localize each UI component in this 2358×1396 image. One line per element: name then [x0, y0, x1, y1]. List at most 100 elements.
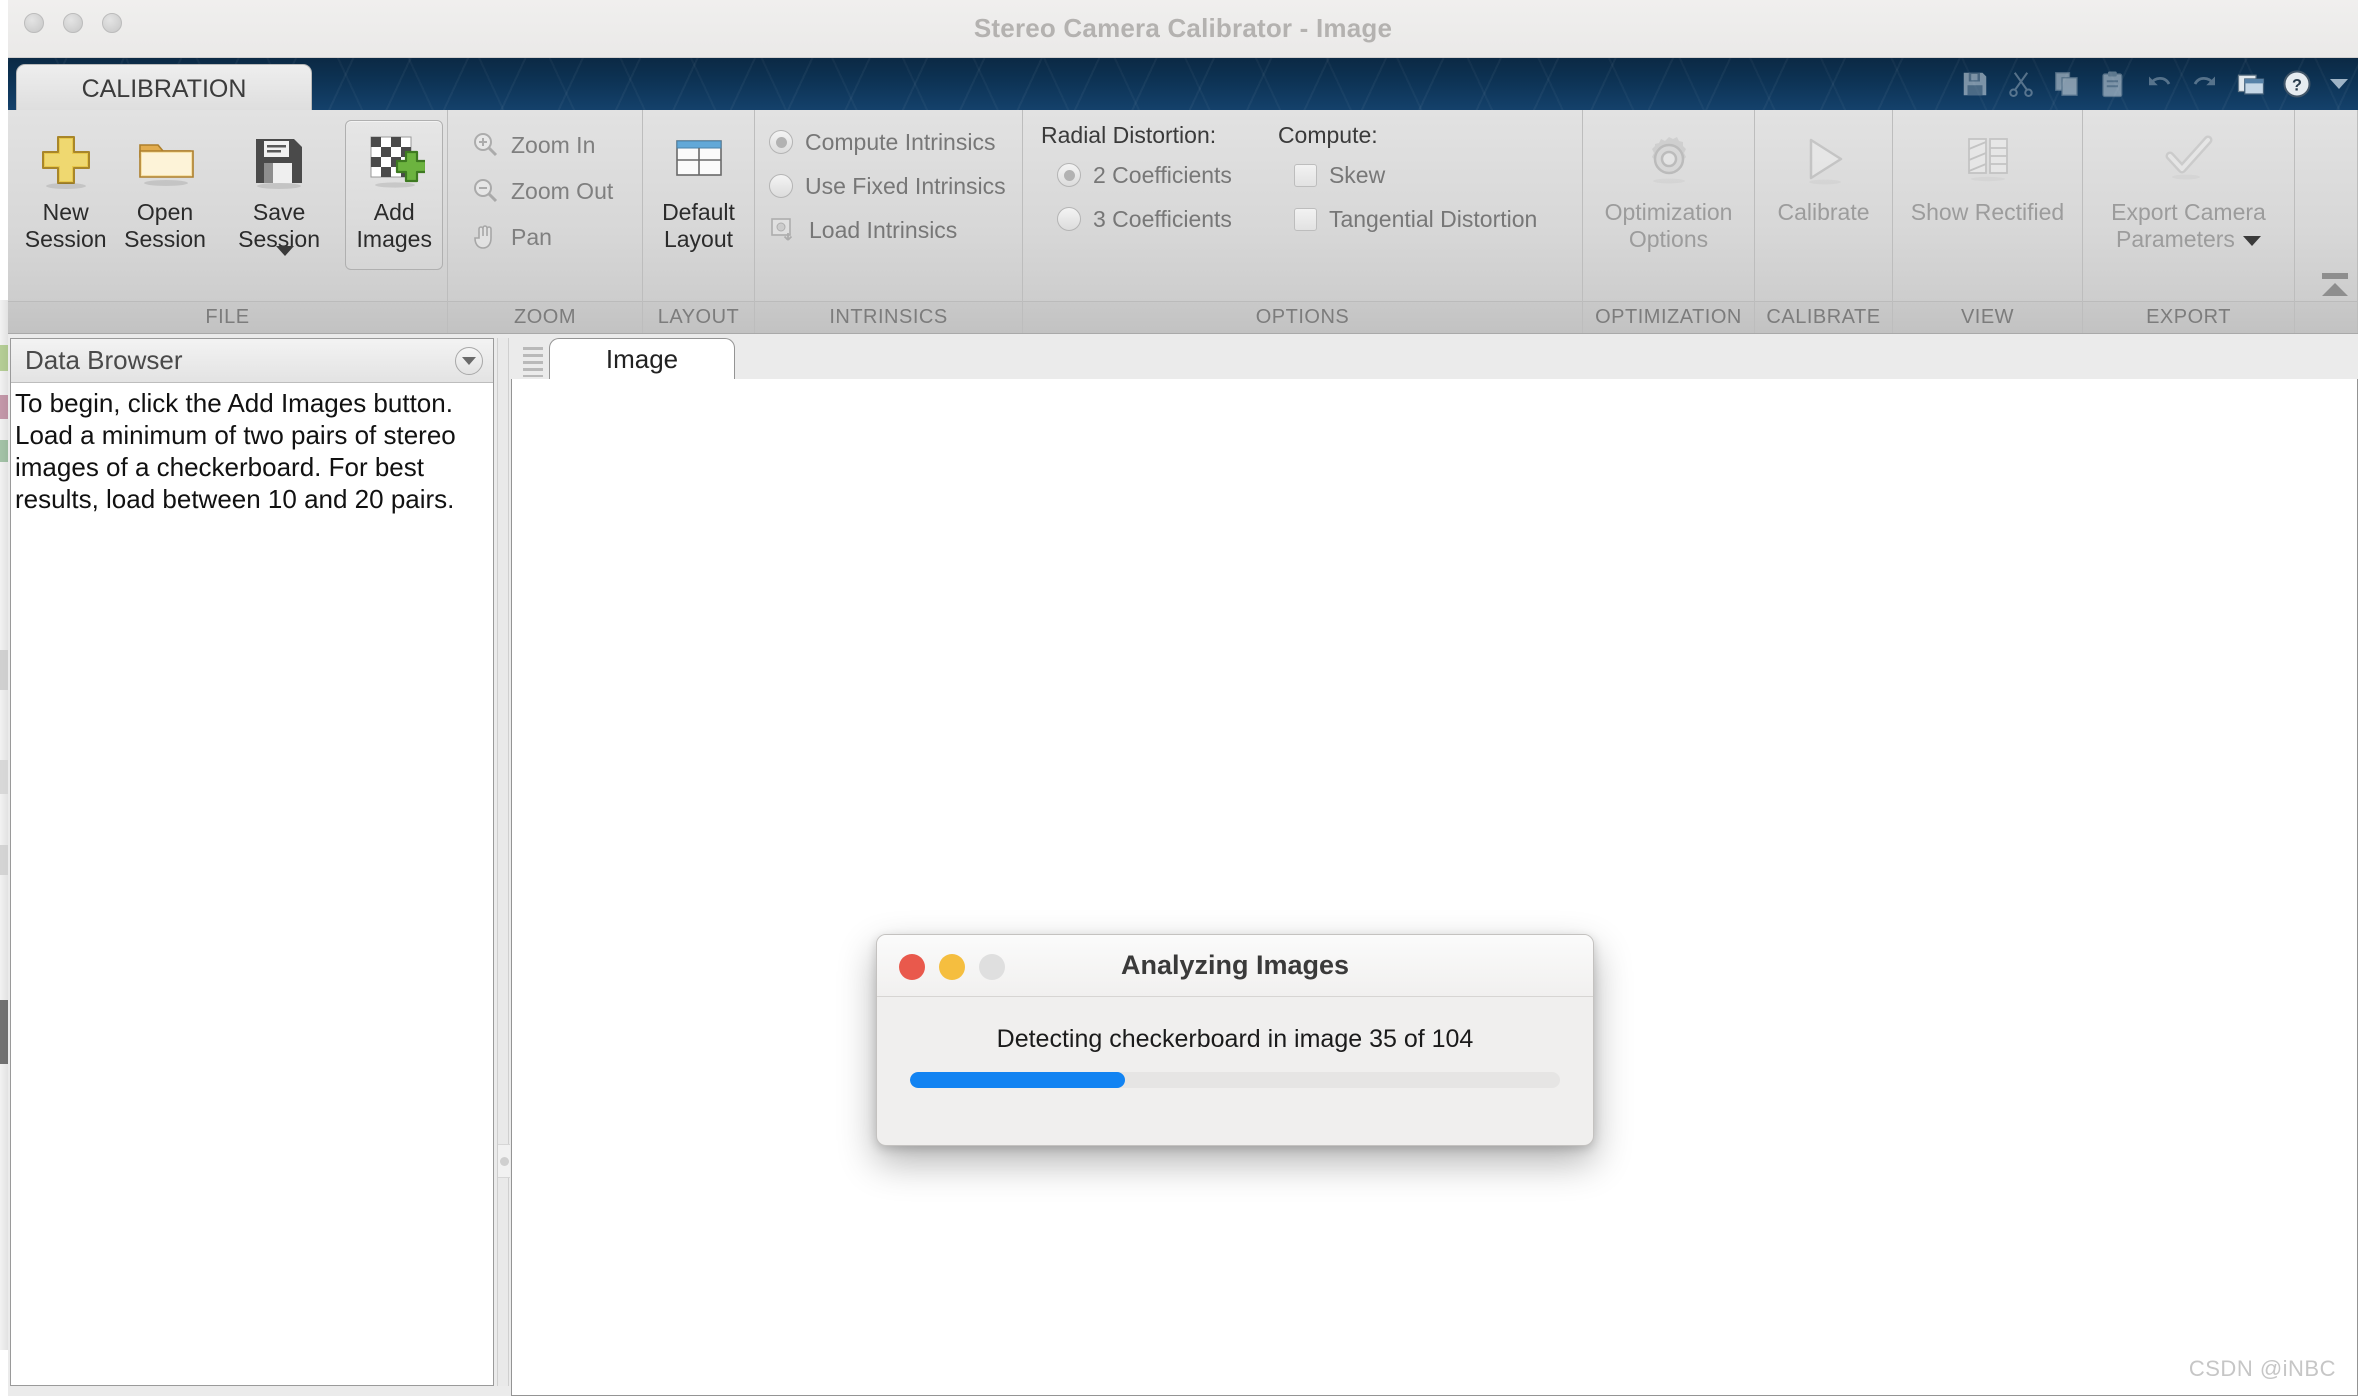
radial-distortion-section: Radial Distortion: 2 Coefficients 3 Coef… [1041, 122, 1232, 241]
radial-2-coefficients-row[interactable]: 2 Coefficients [1041, 153, 1232, 197]
document-tabbar: Image [511, 334, 2358, 380]
rectified-pair-icon [1959, 127, 2017, 193]
undo-icon[interactable] [2144, 69, 2174, 99]
new-session-button[interactable]: New Session [16, 120, 115, 270]
optimization-options-button[interactable]: Optimization Options [1587, 120, 1750, 270]
zoom-in-icon [469, 129, 501, 161]
use-fixed-intrinsics-radio-row[interactable]: Use Fixed Intrinsics [769, 164, 1006, 208]
panel-splitter-handle[interactable] [498, 1144, 510, 1178]
ribbon-collapse-arrow-icon [2322, 283, 2348, 296]
save-session-button[interactable]: Save Session [215, 120, 344, 281]
ribbon-group-options: Radial Distortion: 2 Coefficients 3 Coef… [1023, 110, 1583, 333]
zoom-in-label: Zoom In [511, 131, 596, 158]
ribbon-collapse-button[interactable] [2320, 273, 2350, 299]
window-titlebar: Stereo Camera Calibrator - Image [8, 0, 2358, 58]
tab-calibration[interactable]: CALIBRATION [16, 64, 312, 110]
watermark-text: CSDN @iNBC [2188, 1356, 2336, 1381]
paste-icon[interactable] [2098, 69, 2128, 99]
open-session-label: Open Session [124, 199, 206, 252]
tangential-distortion-label: Tangential Distortion [1328, 205, 1538, 232]
data-browser-title: Data Browser [25, 345, 183, 375]
tabbar-drag-grip[interactable] [523, 347, 543, 377]
new-session-label: New Session [24, 199, 107, 252]
checkmark-icon [2160, 127, 2218, 193]
help-icon[interactable]: ? [2282, 69, 2312, 99]
tabbar-filler [735, 338, 2358, 380]
chevron-down-glyph [462, 356, 476, 365]
data-browser-panel: Data Browser To begin, click the Add Ima… [10, 338, 494, 1386]
zoom-out-button[interactable]: Zoom Out [458, 168, 624, 214]
play-triangle-icon [1795, 127, 1853, 193]
ribbon-trailing-label [2295, 301, 2357, 333]
ribbon-group-label-optimization: OPTIMIZATION [1583, 301, 1754, 333]
ribbon-group-label-options: OPTIONS [1023, 301, 1582, 333]
show-rectified-label: Show Rectified [1910, 199, 2065, 225]
radial-3-coefficients-radio[interactable] [1057, 207, 1081, 231]
progress-bar-track [910, 1072, 1560, 1088]
data-browser-hint-text: To begin, click the Add Images button. L… [15, 388, 456, 514]
radial-2-coefficients-radio[interactable] [1057, 163, 1081, 187]
save-session-caret[interactable] [276, 245, 295, 256]
quick-access-toolbar: ? [1960, 60, 2352, 108]
compute-intrinsics-label: Compute Intrinsics [805, 128, 996, 155]
image-canvas[interactable] [511, 379, 2358, 1396]
document-pane: Image [511, 334, 2358, 1396]
compute-heading: Compute: [1277, 122, 1378, 148]
tangential-distortion-checkbox[interactable] [1293, 207, 1317, 231]
export-camera-parameters-button[interactable]: Export Camera Parameters [2087, 120, 2290, 270]
save-session-label: Save Session [238, 199, 320, 280]
dialog-title: Analyzing Images [1120, 950, 1350, 980]
pan-label: Pan [511, 223, 552, 250]
radial-3-coefficients-row[interactable]: 3 Coefficients [1041, 197, 1232, 241]
ribbon-group-intrinsics: Compute Intrinsics Use Fixed Intrinsics … [755, 110, 1023, 333]
ribbon-group-optimization: Optimization Options OPTIMIZATION [1583, 110, 1755, 333]
compute-section: Compute: Skew Tangential Distortion [1278, 122, 1537, 241]
add-images-label: Add Images [356, 199, 432, 252]
export-camera-parameters-label: Export Camera Parameters [2111, 199, 2266, 252]
gear-icon [1640, 127, 1698, 193]
save-icon[interactable] [1960, 69, 1990, 99]
ribbon-group-label-intrinsics: INTRINSICS [755, 301, 1022, 333]
load-intrinsics-button[interactable]: Load Intrinsics [769, 208, 957, 252]
open-session-button[interactable]: Open Session [115, 120, 214, 270]
tab-image[interactable]: Image [549, 338, 735, 380]
use-fixed-intrinsics-radio[interactable] [769, 174, 793, 198]
ribbon-group-layout: Default Layout LAYOUT [643, 110, 755, 333]
cut-icon[interactable] [2006, 69, 2036, 99]
ribbon-group-view: Show Rectified VIEW [1893, 110, 2083, 333]
zoom-in-button[interactable]: Zoom In [458, 122, 606, 168]
compute-intrinsics-radio-row[interactable]: Compute Intrinsics [769, 120, 995, 164]
show-rectified-button[interactable]: Show Rectified [1897, 120, 2078, 270]
export-camera-parameters-caret[interactable] [2242, 235, 2261, 246]
panel-splitter[interactable] [497, 338, 510, 1386]
ribbon-group-calibrate: Calibrate CALIBRATE [1755, 110, 1893, 333]
zoom-out-label: Zoom Out [511, 177, 614, 204]
chevron-down-circle-icon[interactable] [455, 346, 483, 375]
ribbon-group-label-calibrate: CALIBRATE [1755, 301, 1892, 333]
calibrate-button[interactable]: Calibrate [1759, 120, 1888, 270]
copy-icon[interactable] [2052, 69, 2082, 99]
skew-checkbox-row[interactable]: Skew [1278, 153, 1537, 197]
ribbon-group-label-export: EXPORT [2083, 301, 2294, 333]
skew-checkbox[interactable] [1293, 163, 1317, 187]
ribbon: New Session Open Session Save Session Ad… [8, 110, 2358, 334]
radial-distortion-heading: Radial Distortion: [1041, 122, 1217, 148]
ribbon-group-label-file: FILE [8, 301, 447, 333]
redo-icon[interactable] [2190, 69, 2220, 99]
main-window: Stereo Camera Calibrator - Image CALIBRA… [8, 0, 2358, 1396]
default-layout-button[interactable]: Default Layout [647, 120, 750, 270]
dialog-titlebar: Analyzing Images [877, 935, 1593, 997]
radial-2-coefficients-label: 2 Coefficients [1093, 161, 1232, 188]
pan-button[interactable]: Pan [458, 214, 563, 260]
default-layout-label: Default Layout [662, 199, 735, 252]
layout-windows-icon[interactable] [2236, 69, 2266, 99]
splitter-handle-dot [499, 1156, 509, 1166]
ribbon-group-export: Export Camera Parameters EXPORT [2083, 110, 2295, 333]
quick-access-overflow-caret[interactable] [2330, 79, 2348, 89]
add-images-button[interactable]: Add Images [345, 120, 443, 270]
checkerboard-add-icon [363, 127, 426, 193]
compute-intrinsics-radio[interactable] [769, 130, 793, 154]
analyzing-images-dialog: Analyzing Images Detecting checkerboard … [876, 934, 1594, 1146]
tangential-distortion-checkbox-row[interactable]: Tangential Distortion [1278, 197, 1537, 241]
calibrate-label: Calibrate [1777, 199, 1870, 225]
